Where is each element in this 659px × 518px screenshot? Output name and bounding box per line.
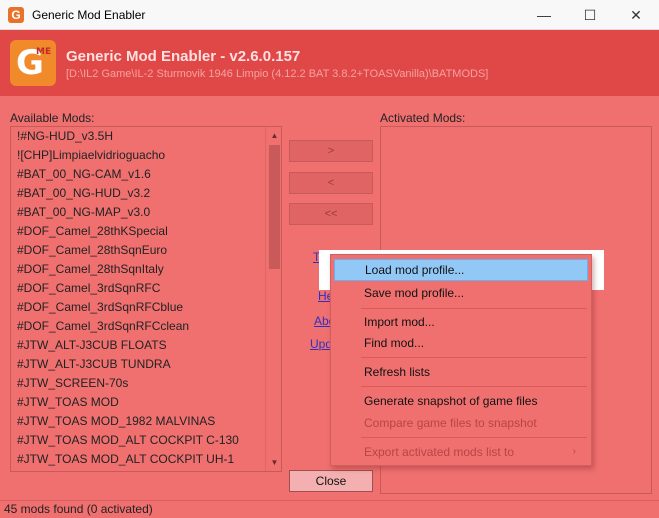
menu-item-export-list: Export activated mods list to › [334,441,588,463]
menu-item-load-profile[interactable]: Load mod profile... [334,259,588,281]
menu-item-save-profile[interactable]: Save mod profile... [334,282,588,304]
list-item[interactable]: #JTW_TOAS MOD_ALT COCKPIT UH-1 [11,450,265,469]
list-item[interactable]: #JTW_ALT-J3CUB TUNDRA [11,355,265,374]
list-item[interactable]: #DOF_Camel_28thSqnItaly [11,260,265,279]
list-item[interactable]: #JTW_SCREEN-70s [11,374,265,393]
window-title: Generic Mod Enabler [32,8,146,22]
menu-item-find-mod[interactable]: Find mod... [334,332,588,354]
list-item[interactable]: #DOF_Camel_28thKSpecial [11,222,265,241]
activated-mods-label: Activated Mods: [380,111,466,125]
menu-item-refresh-lists[interactable]: Refresh lists [334,361,588,383]
list-item[interactable]: #DOF_Camel_3rdSqnRFCclean [11,317,265,336]
menu-item-export-label: Export activated mods list to [364,445,515,459]
header-banner: G ME Generic Mod Enabler - v2.6.0.157 [D:… [0,30,659,96]
add-mod-button[interactable]: > [289,140,373,162]
list-item[interactable]: #JTW_TOAS MOD_ALT COCKPIT C-130 [11,431,265,450]
close-window-button[interactable]: ✕ [613,0,659,30]
scroll-up-icon[interactable]: ▲ [266,127,281,144]
list-item[interactable]: #DOF_Camel_28thSqnEuro [11,241,265,260]
logo-small-text: ME [36,47,52,57]
list-item[interactable]: #DOF_Camel_3rdSqnRFC [11,279,265,298]
available-mods-list[interactable]: !#NG-HUD_v3.5H ![CHP]Limpiaelvidrioguach… [10,126,282,472]
list-item[interactable]: ![CHP]Limpiaelvidrioguacho [11,146,265,165]
menu-separator [361,437,587,438]
remove-all-button[interactable]: << [289,203,373,225]
tasks-context-menu: Load mod profile... Save mod profile... … [330,254,592,466]
scrollbar-thumb[interactable] [269,145,280,269]
app-title: Generic Mod Enabler - v2.6.0.157 [66,48,301,65]
status-bar: 45 mods found (0 activated) [0,500,659,518]
scroll-down-icon[interactable]: ▼ [266,454,281,471]
list-item[interactable]: #BAT_00_NG-MAP_v3.0 [11,203,265,222]
app-icon: G [8,7,24,23]
menu-item-generate-snapshot[interactable]: Generate snapshot of game files [334,390,588,412]
remove-mod-button[interactable]: < [289,172,373,194]
gme-logo: G ME [10,40,56,86]
maximize-button[interactable]: ☐ [567,0,613,30]
menu-separator [361,308,587,309]
menu-item-compare-snapshot: Compare game files to snapshot [364,416,537,430]
list-item[interactable]: !#NG-HUD_v3.5H [11,127,265,146]
submenu-arrow-icon: › [572,446,576,457]
game-path: [D:\IL2 Game\IL-2 Sturmovik 1946 Limpio … [66,68,489,80]
title-bar: G Generic Mod Enabler — ☐ ✕ [0,0,659,30]
vertical-scrollbar[interactable]: ▲ ▼ [265,127,281,471]
list-item[interactable]: #JTW_TOAS MOD [11,393,265,412]
update-link[interactable]: Update [310,337,330,351]
list-item[interactable]: #JTW_TOAS MOD_1982 MALVINAS [11,412,265,431]
list-item[interactable]: #BAT_00_NG-CAM_v1.6 [11,165,265,184]
list-item[interactable]: #BAT_00_NG-HUD_v3.2 [11,184,265,203]
menu-separator [361,357,587,358]
menu-separator [361,386,587,387]
menu-item-import-mod[interactable]: Import mod... [334,311,588,333]
minimize-button[interactable]: — [521,0,567,30]
close-button[interactable]: Close [289,470,373,492]
available-mods-label: Available Mods: [10,111,95,125]
list-item[interactable]: #JTW_ALT-J3CUB FLOATS [11,336,265,355]
list-item[interactable]: #DOF_Camel_3rdSqnRFCblue [11,298,265,317]
